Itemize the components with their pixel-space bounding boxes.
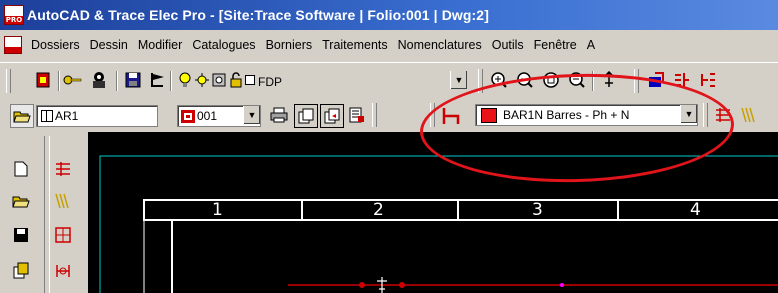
app-icon[interactable] — [4, 5, 24, 25]
separator — [44, 136, 50, 293]
document-icon[interactable] — [4, 36, 22, 54]
drawing-frame — [99, 155, 778, 293]
chevron-down-icon[interactable]: ▼ — [243, 106, 260, 124]
pan-icon[interactable] — [598, 69, 620, 91]
frame-icon — [41, 110, 53, 122]
menu-catalogues[interactable]: Catalogues — [187, 38, 260, 52]
separator — [170, 71, 172, 91]
new-document-icon[interactable] — [10, 158, 32, 180]
standard-toolbar: FDP ▼ — [0, 62, 778, 97]
bar-tool-icon[interactable] — [438, 104, 464, 128]
toolbar-grip[interactable] — [478, 69, 483, 93]
menu-dossiers[interactable]: Dossiers — [26, 38, 85, 52]
copy-folio-icon[interactable] — [10, 260, 32, 282]
connector-icon[interactable] — [52, 260, 74, 282]
left-toolbar — [0, 136, 88, 293]
menu-traitements[interactable]: Traitements — [317, 38, 393, 52]
ar-combo[interactable]: AR1 — [36, 105, 158, 127]
toolbar-grip[interactable] — [430, 103, 435, 127]
terminal-grid-icon[interactable] — [712, 104, 734, 126]
title-bar: AutoCAD & Trace Elec Pro - [Site:Trace S… — [0, 0, 778, 30]
chevron-down-icon[interactable]: ▼ — [680, 105, 697, 123]
key-icon[interactable] — [62, 69, 84, 91]
column-label-1: 1 — [212, 200, 223, 220]
window-title: AutoCAD & Trace Elec Pro - [Site:Trace S… — [27, 7, 489, 23]
flag-icon[interactable] — [147, 69, 169, 91]
menu-bar: Dossiers Dessin Modifier Catalogues Born… — [0, 32, 778, 58]
zoom-realtime-icon[interactable] — [514, 69, 536, 91]
column-label-3: 3 — [532, 200, 543, 220]
terminal-block-icon[interactable] — [52, 224, 74, 246]
toolbar-grip[interactable] — [372, 103, 377, 127]
folio-combo[interactable]: 001 ▼ — [177, 105, 261, 127]
ar-value: AR1 — [55, 109, 79, 123]
separator — [58, 71, 60, 91]
column-label-4: 4 — [690, 200, 701, 220]
menu-nomenclatures[interactable]: Nomenclatures — [393, 38, 487, 52]
column-label-2: 2 — [373, 200, 384, 220]
zoom-extents-icon[interactable] — [540, 69, 562, 91]
toolbar-grip[interactable] — [6, 69, 11, 93]
save-icon[interactable] — [122, 69, 144, 91]
toolbar-grip[interactable] — [634, 69, 639, 93]
grid-table-icon[interactable] — [52, 158, 74, 180]
folio-icon — [181, 109, 195, 123]
layer-dropdown[interactable]: ▼ — [255, 71, 467, 91]
menu-dessin[interactable]: Dessin — [85, 38, 133, 52]
separator — [116, 71, 118, 91]
chevron-down-icon[interactable]: ▼ — [450, 71, 467, 89]
bar-color-swatch — [481, 107, 497, 123]
separator — [592, 71, 594, 91]
open-folder-icon[interactable] — [10, 104, 34, 128]
wire-node — [359, 282, 365, 288]
zoom-previous-icon[interactable] — [566, 69, 588, 91]
zoom-window-icon[interactable] — [488, 69, 510, 91]
insert-symbol-icon[interactable] — [645, 69, 667, 91]
bar-type-combo[interactable]: BAR1N Barres - Ph + N ▼ — [475, 104, 698, 126]
lightbulb-icon[interactable] — [176, 69, 194, 91]
folio-next-icon[interactable] — [320, 104, 344, 128]
open-folder-icon[interactable] — [10, 190, 32, 212]
folio-list-icon[interactable] — [346, 104, 368, 126]
layer-freeze-icon[interactable] — [210, 69, 228, 91]
folio-copy-icon[interactable] — [294, 104, 318, 128]
print-icon[interactable] — [268, 104, 290, 126]
menu-borniers[interactable]: Borniers — [261, 38, 318, 52]
menu-a[interactable]: A — [582, 38, 600, 52]
wire-node — [560, 283, 564, 287]
menu-outils[interactable]: Outils — [487, 38, 529, 52]
multi-wire-icon[interactable] — [52, 190, 74, 212]
border-outer — [143, 199, 778, 293]
drawing-canvas[interactable]: 1 2 3 4 — [88, 132, 778, 293]
wire-multi-icon[interactable] — [738, 104, 760, 126]
project-icon[interactable] — [32, 69, 54, 91]
save-icon[interactable] — [10, 224, 32, 246]
trace-toolbar: AR1 001 ▼ BAR1N Barres - Ph + N ▼ — [0, 100, 778, 130]
wire-node — [399, 282, 405, 288]
folio-value: 001 — [197, 109, 218, 123]
user-icon[interactable] — [88, 69, 110, 91]
menu-modifier[interactable]: Modifier — [133, 38, 187, 52]
sun-icon[interactable] — [193, 69, 211, 91]
column-header — [143, 199, 778, 221]
toolbar-grip[interactable] — [703, 103, 708, 127]
symbol-edit-icon[interactable] — [671, 69, 693, 91]
drawing-surface — [99, 155, 778, 293]
bar-type-value: BAR1N Barres - Ph + N — [503, 108, 630, 122]
menu-fenetre[interactable]: Fenêtre — [529, 38, 582, 52]
symbol-list-icon[interactable] — [697, 69, 719, 91]
